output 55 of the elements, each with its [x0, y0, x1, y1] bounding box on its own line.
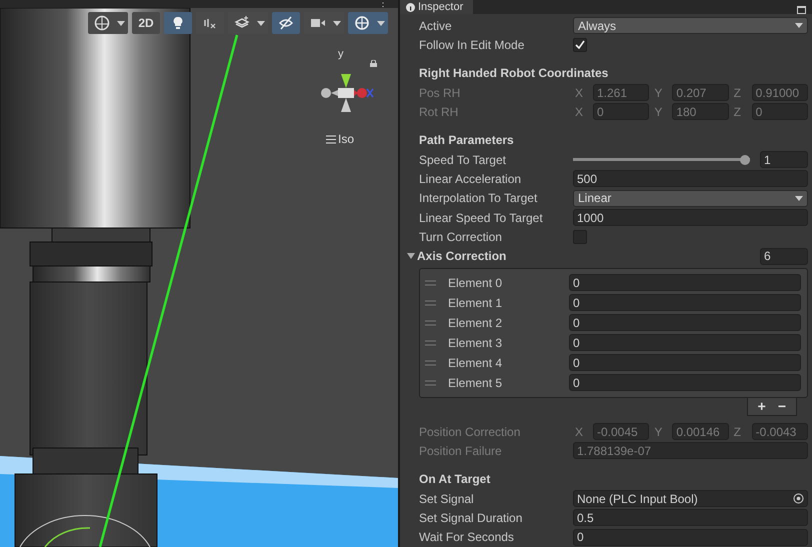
number-field[interactable]: 0 [569, 334, 801, 352]
number-field[interactable]: 0 [569, 374, 801, 392]
axis-label: Z [732, 86, 742, 100]
field-label: Rot RH [419, 104, 460, 119]
element-label: Element 4 [448, 356, 504, 370]
2d-toggle-button[interactable]: 2D [132, 12, 160, 34]
axis-label: Z [732, 424, 742, 439]
view-mode-label[interactable]: Iso [338, 132, 354, 146]
number-field[interactable]: 1 [760, 151, 808, 168]
axis-label: Z [732, 104, 742, 119]
field-label: Active [419, 18, 453, 33]
add-button[interactable]: + [756, 398, 768, 414]
array-size-field[interactable]: 6 [760, 248, 808, 265]
remove-button[interactable]: − [776, 398, 788, 414]
element-label: Element 2 [448, 316, 504, 330]
axis-label: Y [653, 104, 664, 119]
inspector-tab[interactable]: Inspector [400, 0, 474, 14]
number-field[interactable]: 0 [569, 314, 801, 332]
number-field[interactable]: 500 [573, 170, 808, 188]
axis-label: X [574, 424, 584, 439]
field-label: Wait For Seconds [419, 530, 515, 544]
tab-title: Inspector [418, 1, 464, 13]
axis-label: X [574, 104, 584, 119]
dropdown[interactable]: Linear [573, 190, 808, 207]
dropdown[interactable]: Always [573, 17, 808, 34]
field-label: Linear Speed To Target [419, 210, 544, 225]
section-header: Path Parameters [419, 133, 514, 148]
number-field[interactable]: 0 [573, 528, 808, 546]
number-field[interactable]: 1000 [573, 209, 808, 226]
axis-label: Y [653, 86, 664, 100]
element-label: Element 0 [448, 276, 504, 290]
number-field[interactable]: 0 [569, 274, 801, 292]
field-label: Interpolation To Target [419, 191, 538, 206]
axis-label: y [338, 48, 344, 60]
element-label: Element 5 [448, 376, 504, 390]
section-header: On At Target [419, 472, 490, 486]
field-label: Position Correction [419, 424, 522, 439]
field-label: Pos RH [419, 86, 462, 100]
object-field[interactable]: None (PLC Input Bool) [573, 490, 808, 508]
field-label: Turn Correction [419, 230, 503, 244]
field-label: Set Signal Duration [419, 510, 524, 525]
field-label: Speed To Target [419, 152, 507, 167]
section-header: Right Handed Robot Coordinates [419, 66, 608, 80]
element-label: Element 3 [448, 336, 504, 350]
element-label: Element 1 [448, 296, 504, 310]
axis-label: X [574, 86, 584, 100]
number-field[interactable]: 0 [569, 354, 801, 372]
field-label: Linear Acceleration [419, 172, 522, 186]
field-label: Position Failure [419, 444, 503, 458]
number-field[interactable]: 0.5 [573, 509, 808, 526]
more-menu[interactable]: ⋮ [378, 0, 388, 8]
field-label: Set Signal [419, 492, 475, 506]
number-field[interactable]: 0 [569, 294, 801, 312]
axis-label: Y [653, 424, 664, 439]
field-label: Follow In Edit Mode [419, 38, 526, 52]
